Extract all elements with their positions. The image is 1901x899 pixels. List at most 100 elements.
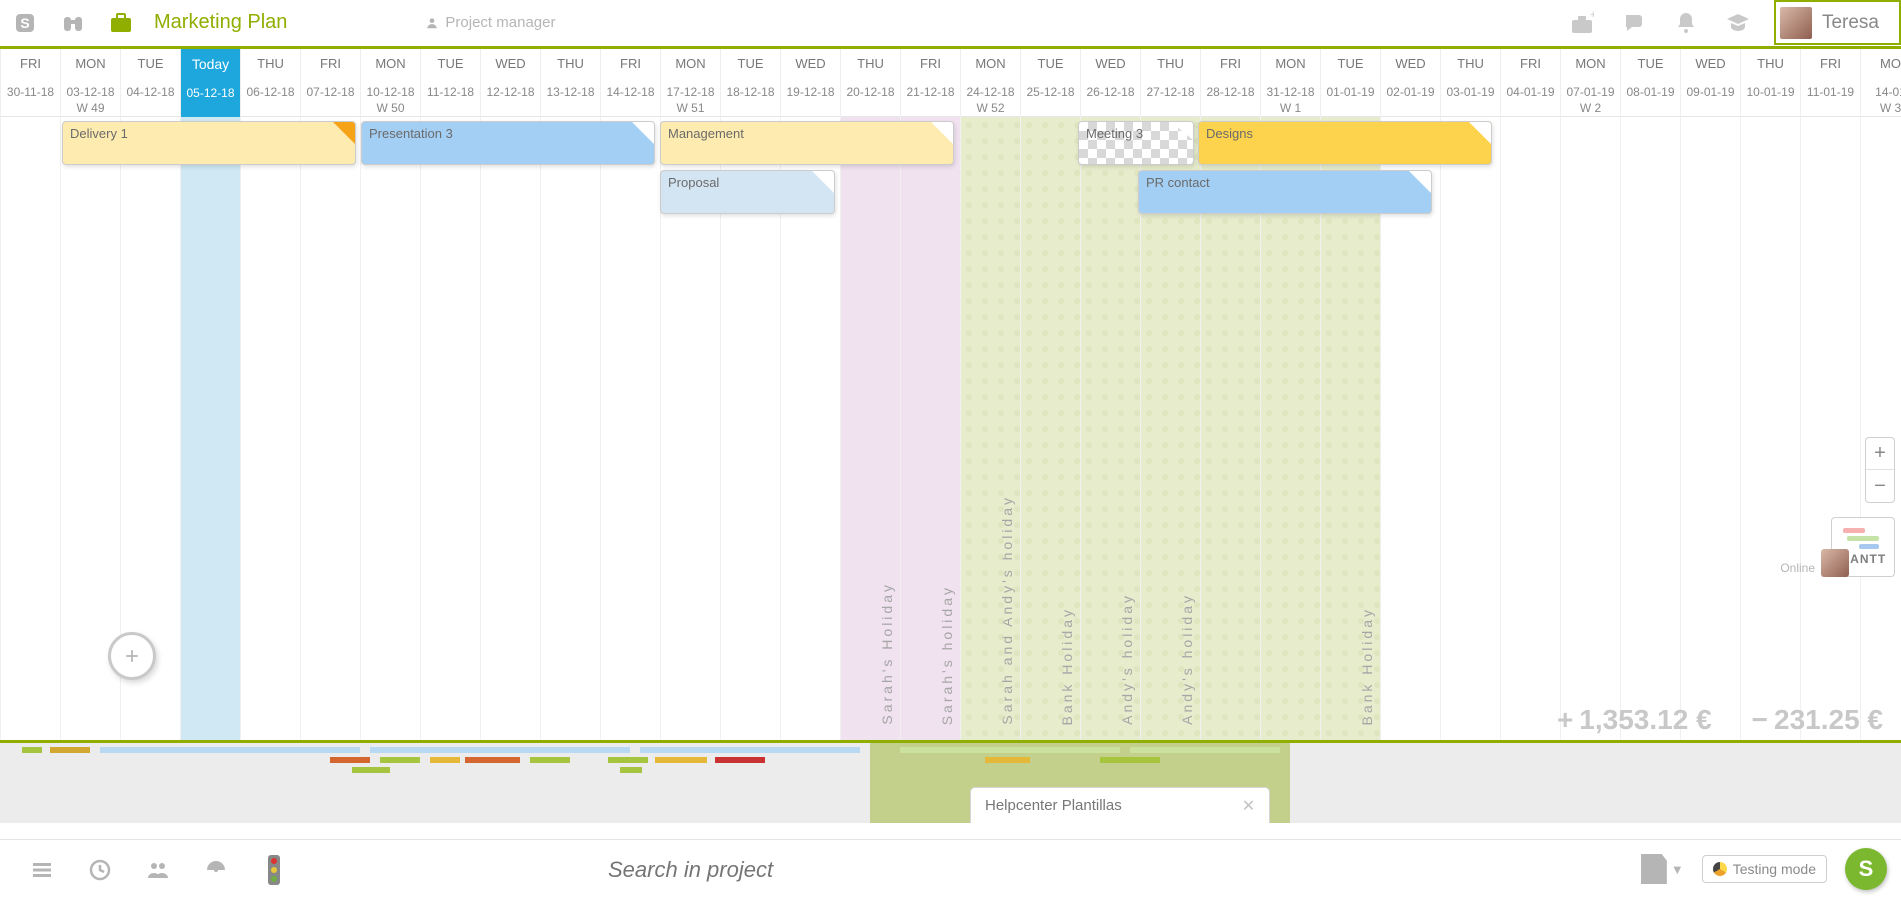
zoom-controls: + − [1865, 437, 1895, 503]
project-title[interactable]: Marketing Plan [154, 11, 287, 34]
mini-timeline[interactable] [0, 743, 1901, 823]
day-header[interactable]: WED12-12-18 [480, 49, 540, 117]
chat-icon[interactable] [1618, 7, 1650, 39]
binoculars-icon[interactable] [58, 8, 88, 38]
day-header[interactable]: TUE04-12-18 [120, 49, 180, 117]
day-column [1860, 117, 1901, 740]
day-header[interactable]: FRI28-12-18 [1200, 49, 1260, 117]
day-column: Andy's holiday [1080, 117, 1140, 740]
holiday-label: Sarah's Holiday [879, 582, 895, 725]
testing-mode-button[interactable]: Testing mode [1702, 855, 1827, 883]
task-label: Designs [1206, 126, 1253, 141]
traffic-light-icon[interactable] [260, 856, 288, 884]
task-label: PR contact [1146, 175, 1210, 190]
online-avatar[interactable] [1821, 549, 1849, 577]
day-header[interactable]: FRI11-01-19 [1800, 49, 1860, 117]
testing-indicator-icon [1713, 862, 1727, 876]
day-header[interactable]: FRI14-12-18 [600, 49, 660, 117]
day-column: Sarah and Andy's holiday [960, 117, 1020, 740]
calendar-header[interactable]: FRI30-11-18MON03-12-18W 49TUE04-12-18Tod… [0, 49, 1901, 117]
time-icon[interactable] [86, 856, 114, 884]
close-icon[interactable]: ✕ [1242, 796, 1255, 816]
help-tab-label: Helpcenter Plantillas [985, 797, 1122, 814]
task-label: Proposal [668, 175, 719, 190]
task-label: Delivery 1 [70, 126, 128, 141]
day-header[interactable]: MON24-12-18W 52 [960, 49, 1020, 117]
day-header[interactable]: TUE08-01-19 [1620, 49, 1680, 117]
add-task-button[interactable] [108, 632, 156, 680]
day-header[interactable]: TUE25-12-18 [1020, 49, 1080, 117]
day-header[interactable]: THU20-12-18 [840, 49, 900, 117]
holiday-label: Bank Holiday [1359, 607, 1375, 726]
summary-plus: +1,353.12 € [1557, 704, 1712, 736]
day-header[interactable]: THU10-01-19 [1740, 49, 1800, 117]
day-header[interactable]: TUE11-12-18 [420, 49, 480, 117]
day-header[interactable]: MON07-01-19W 2 [1560, 49, 1620, 117]
day-column [1440, 117, 1500, 740]
task-bar-presentation3[interactable]: Presentation 3 [361, 121, 655, 165]
day-column [480, 117, 540, 740]
day-header[interactable]: THU03-01-19 [1440, 49, 1500, 117]
day-header[interactable]: TUE18-12-18 [720, 49, 780, 117]
day-column: Sarah's holiday [900, 117, 960, 740]
brand-badge-icon[interactable]: S [1845, 848, 1887, 890]
day-column [180, 117, 240, 740]
task-bar-prcontact[interactable]: PR contact [1138, 170, 1432, 214]
briefcase-icon[interactable] [106, 8, 136, 38]
task-label: Meeting 3 [1086, 126, 1143, 141]
day-header[interactable]: FRI30-11-18 [0, 49, 60, 117]
project-role: Project manager [425, 14, 555, 31]
day-header[interactable]: THU13-12-18 [540, 49, 600, 117]
task-bar-delivery1[interactable]: Delivery 1 [62, 121, 356, 165]
team-icon[interactable] [144, 856, 172, 884]
zoom-out-button[interactable]: − [1866, 470, 1894, 502]
day-header[interactable]: WED09-01-19 [1680, 49, 1740, 117]
day-header[interactable]: MON10-12-18W 50 [360, 49, 420, 117]
task-label: Presentation 3 [369, 126, 453, 141]
holiday-label: Andy's holiday [1119, 593, 1135, 725]
day-header[interactable]: MON03-12-18W 49 [60, 49, 120, 117]
day-column [540, 117, 600, 740]
day-header[interactable]: MO14-01W 3 [1860, 49, 1901, 117]
help-tab[interactable]: Helpcenter Plantillas ✕ [970, 787, 1270, 823]
summary-minus: −231.25 € [1752, 704, 1883, 736]
task-bar-designs[interactable]: Designs [1198, 121, 1492, 165]
day-header[interactable]: WED19-12-18 [780, 49, 840, 117]
new-project-icon[interactable]: + [1566, 7, 1598, 39]
day-header[interactable]: TUE01-01-19 [1320, 49, 1380, 117]
day-header[interactable]: WED02-01-19 [1380, 49, 1440, 117]
day-column: Bank Holiday [1020, 117, 1080, 740]
day-column [1500, 117, 1560, 740]
search-input[interactable] [608, 857, 868, 883]
day-header[interactable]: THU06-12-18 [240, 49, 300, 117]
day-header[interactable]: MON31-12-18W 1 [1260, 49, 1320, 117]
day-header[interactable]: MON17-12-18W 51 [660, 49, 720, 117]
dashboard-icon[interactable] [202, 856, 230, 884]
testing-mode-label: Testing mode [1733, 861, 1816, 877]
holiday-label: Andy's holiday [1179, 593, 1195, 725]
list-view-icon[interactable] [28, 856, 56, 884]
day-header[interactable]: WED26-12-18 [1080, 49, 1140, 117]
holiday-label: Sarah and Andy's holiday [999, 495, 1015, 725]
day-header[interactable]: FRI07-12-18 [300, 49, 360, 117]
day-column: Sarah's Holiday [840, 117, 900, 740]
day-header[interactable]: FRI21-12-18 [900, 49, 960, 117]
app-logo-icon[interactable]: S [10, 8, 40, 38]
svg-text:+: + [1590, 11, 1594, 21]
task-bar-management[interactable]: Management [660, 121, 954, 165]
holiday-label: Sarah's holiday [939, 585, 955, 725]
online-label: Online [1780, 561, 1815, 575]
graduation-icon[interactable] [1722, 7, 1754, 39]
day-header[interactable]: FRI04-01-19 [1500, 49, 1560, 117]
zoom-in-button[interactable]: + [1866, 438, 1894, 470]
day-header[interactable]: Today05-12-18 [180, 49, 240, 117]
task-bar-proposal[interactable]: Proposal [660, 170, 835, 214]
task-bar-meeting3[interactable]: Meeting 3 [1078, 121, 1194, 165]
bell-icon[interactable] [1670, 7, 1702, 39]
day-header[interactable]: THU27-12-18 [1140, 49, 1200, 117]
document-menu[interactable]: ▼ [1641, 854, 1684, 884]
day-column [300, 117, 360, 740]
user-menu[interactable]: Teresa [1774, 0, 1901, 45]
task-label: Management [668, 126, 744, 141]
gantt-chart[interactable]: Bank Holiday Andy's holiday Andy's holiday… [0, 117, 1901, 740]
